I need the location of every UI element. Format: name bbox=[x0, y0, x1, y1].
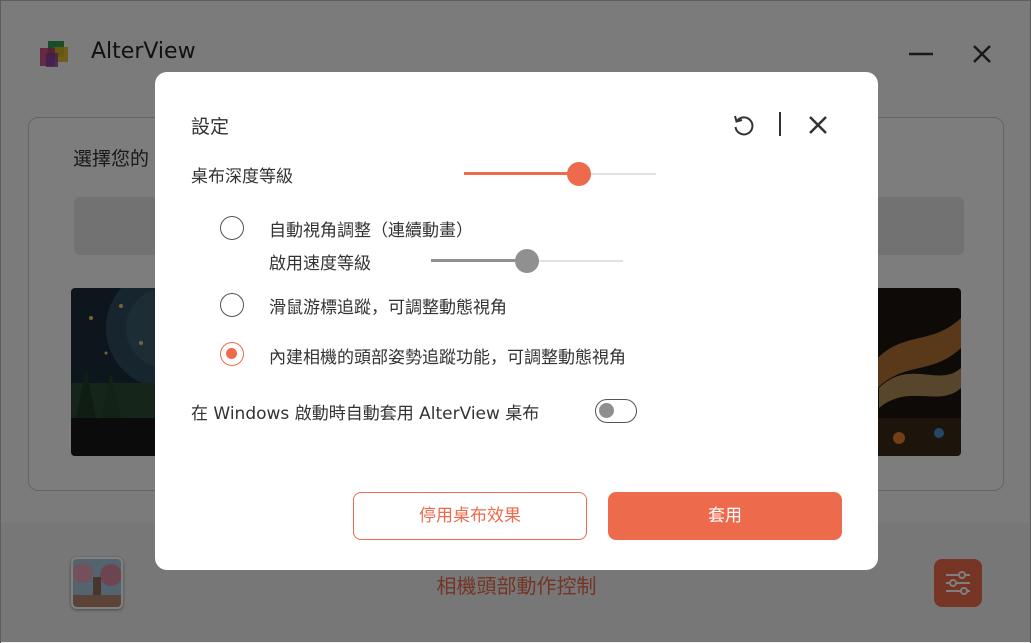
head-tracking-radio[interactable] bbox=[220, 342, 244, 366]
reset-icon[interactable] bbox=[728, 110, 758, 140]
depth-level-slider[interactable] bbox=[464, 162, 656, 186]
startup-label: 在 Windows 啟動時自動套用 AlterView 桌布 bbox=[191, 404, 540, 424]
speed-slider-handle[interactable] bbox=[515, 249, 539, 273]
depth-level-label: 桌布深度等級 bbox=[191, 167, 293, 187]
settings-dialog: 設定 桌布深度等級 自動視角調整（連續動畫） 啟用速度等級 滑鼠游標追蹤，可調整… bbox=[155, 72, 878, 570]
dialog-close-icon[interactable] bbox=[803, 110, 833, 140]
speed-slider-fill bbox=[431, 259, 527, 262]
disable-wallpaper-button[interactable]: 停用桌布效果 bbox=[353, 492, 587, 540]
mouse-tracking-label: 滑鼠游標追蹤，可調整動態視角 bbox=[269, 298, 507, 318]
mouse-tracking-radio[interactable] bbox=[220, 293, 244, 317]
depth-slider-fill bbox=[464, 172, 580, 175]
header-divider bbox=[779, 112, 781, 136]
apply-button[interactable]: 套用 bbox=[608, 492, 842, 540]
speed-level-slider[interactable] bbox=[431, 249, 623, 273]
auto-view-label: 自動視角調整（連續動畫） bbox=[269, 221, 473, 241]
speed-level-label: 啟用速度等級 bbox=[269, 254, 371, 274]
toggle-knob bbox=[599, 403, 614, 418]
auto-view-radio[interactable] bbox=[220, 216, 244, 240]
startup-toggle[interactable] bbox=[595, 399, 637, 423]
depth-slider-handle[interactable] bbox=[567, 162, 592, 186]
dialog-title: 設定 bbox=[191, 116, 230, 138]
head-tracking-label: 內建相機的頭部姿勢追蹤功能，可調整動態視角 bbox=[269, 348, 626, 368]
